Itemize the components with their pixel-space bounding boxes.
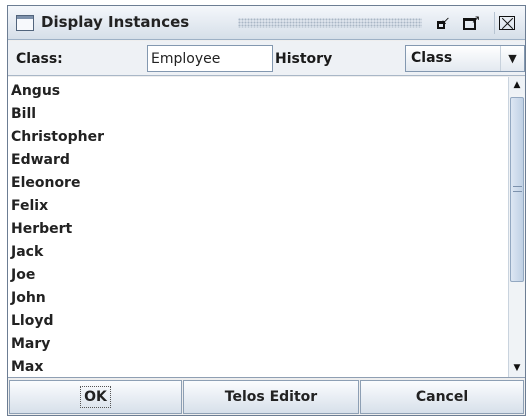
list-item[interactable]: Christopher bbox=[8, 126, 508, 149]
maximize-button[interactable]: ↗ bbox=[459, 12, 481, 34]
history-select-value: Class bbox=[411, 50, 453, 66]
list-item[interactable]: Joe bbox=[8, 264, 508, 287]
scroll-up-icon[interactable]: ▲ bbox=[509, 77, 525, 94]
list-item[interactable]: Eleonore bbox=[8, 172, 508, 195]
iconify-button[interactable]: ↙ bbox=[431, 12, 453, 34]
list-item[interactable]: Bill bbox=[8, 103, 508, 126]
cancel-button[interactable]: Cancel bbox=[360, 380, 524, 414]
title-bar-grip bbox=[238, 18, 422, 28]
list-item[interactable]: Lloyd bbox=[8, 310, 508, 333]
history-label: History bbox=[275, 51, 333, 67]
close-button[interactable] bbox=[494, 12, 520, 34]
list-item[interactable]: Angus bbox=[8, 80, 508, 103]
ok-button-label: OK bbox=[80, 386, 111, 408]
window-title: Display Instances bbox=[41, 13, 190, 31]
list-item[interactable]: Max bbox=[8, 356, 508, 376]
list-item[interactable]: Herbert bbox=[8, 218, 508, 241]
window-icon bbox=[16, 15, 34, 31]
class-toolbar: Class: History Class ▼ bbox=[8, 41, 525, 76]
dialog-buttons: OK Telos Editor Cancel bbox=[8, 379, 525, 415]
list-item[interactable]: Mary bbox=[8, 333, 508, 356]
chevron-down-icon[interactable]: ▼ bbox=[500, 46, 524, 71]
list-item[interactable]: Felix bbox=[8, 195, 508, 218]
title-bar[interactable]: Display Instances ↙ ↗ bbox=[8, 6, 525, 40]
class-input[interactable] bbox=[147, 45, 273, 72]
history-select[interactable]: Class ▼ bbox=[405, 45, 525, 72]
vertical-scrollbar[interactable]: ▲ ▼ bbox=[508, 77, 525, 377]
instance-list[interactable]: Angus Bill Christopher Edward Eleonore Felix H… bbox=[8, 80, 508, 376]
instance-list-panel: Angus Bill Christopher Edward Eleonore Felix H… bbox=[8, 77, 525, 378]
scroll-down-icon[interactable]: ▼ bbox=[509, 360, 525, 377]
ok-button[interactable]: OK bbox=[9, 380, 182, 414]
list-item[interactable]: Edward bbox=[8, 149, 508, 172]
scrollbar-thumb[interactable] bbox=[510, 97, 524, 282]
class-label: Class: bbox=[16, 51, 63, 67]
display-instances-window: Display Instances ↙ ↗ Class: History Cla… bbox=[7, 5, 526, 416]
scroll-grip-icon bbox=[513, 186, 522, 192]
telos-editor-button[interactable]: Telos Editor bbox=[183, 380, 359, 414]
list-item[interactable]: John bbox=[8, 287, 508, 310]
list-item[interactable]: Jack bbox=[8, 241, 508, 264]
close-icon bbox=[499, 16, 515, 30]
